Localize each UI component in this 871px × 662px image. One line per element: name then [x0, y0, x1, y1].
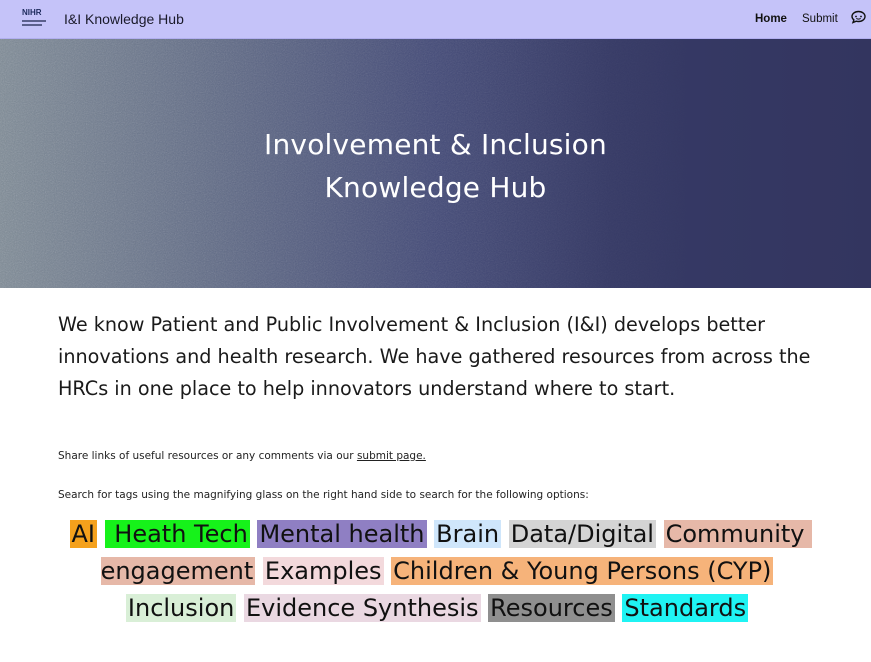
logo-line: [22, 20, 46, 22]
site-title[interactable]: I&I Knowledge Hub: [64, 11, 184, 27]
search-instructions: Search for tags using the magnifying gla…: [58, 489, 589, 501]
tag-children-young-persons-cyp[interactable]: Children & Young Persons (CYP): [391, 557, 774, 585]
share-note: Share links of useful resources or any c…: [58, 450, 426, 462]
tag-standards[interactable]: Standards: [622, 594, 749, 622]
hero-banner: Involvement & Inclusion Knowledge Hub: [0, 39, 871, 288]
tag-resources[interactable]: Resources: [488, 594, 615, 622]
tag-evidence-synthesis[interactable]: Evidence Synthesis: [243, 594, 481, 622]
tag-examples[interactable]: Examples: [262, 557, 384, 585]
tag-list: AI Heath Tech Mental health Brain Data/D…: [60, 516, 814, 627]
tag-data-digital[interactable]: Data/Digital: [508, 520, 656, 548]
nihr-logo[interactable]: NIHR: [22, 9, 52, 29]
chat-bubble-icon[interactable]: [850, 10, 867, 25]
hero-title: Involvement & Inclusion Knowledge Hub: [0, 123, 871, 209]
nav-submit-link[interactable]: Submit: [802, 13, 838, 25]
tag-brain[interactable]: Brain: [434, 520, 502, 548]
submit-page-link[interactable]: submit page.: [357, 450, 426, 462]
logo-line: [22, 24, 42, 26]
tag-inclusion[interactable]: Inclusion: [125, 594, 237, 622]
nav-home-link[interactable]: Home: [755, 13, 787, 25]
tag-heath-tech[interactable]: Heath Tech: [104, 520, 250, 548]
intro-paragraph: We know Patient and Public Involvement &…: [58, 313, 811, 400]
tag-ai[interactable]: AI: [69, 520, 97, 548]
hero-title-line1: Involvement & Inclusion: [264, 128, 607, 161]
top-navigation-bar: NIHR I&I Knowledge Hub Home Submit: [0, 0, 871, 39]
tag-mental-health[interactable]: Mental health: [257, 520, 427, 548]
logo-text: NIHR: [22, 8, 42, 17]
hero-title-line2: Knowledge Hub: [324, 171, 547, 204]
share-text: Share links of useful resources or any c…: [58, 450, 357, 462]
